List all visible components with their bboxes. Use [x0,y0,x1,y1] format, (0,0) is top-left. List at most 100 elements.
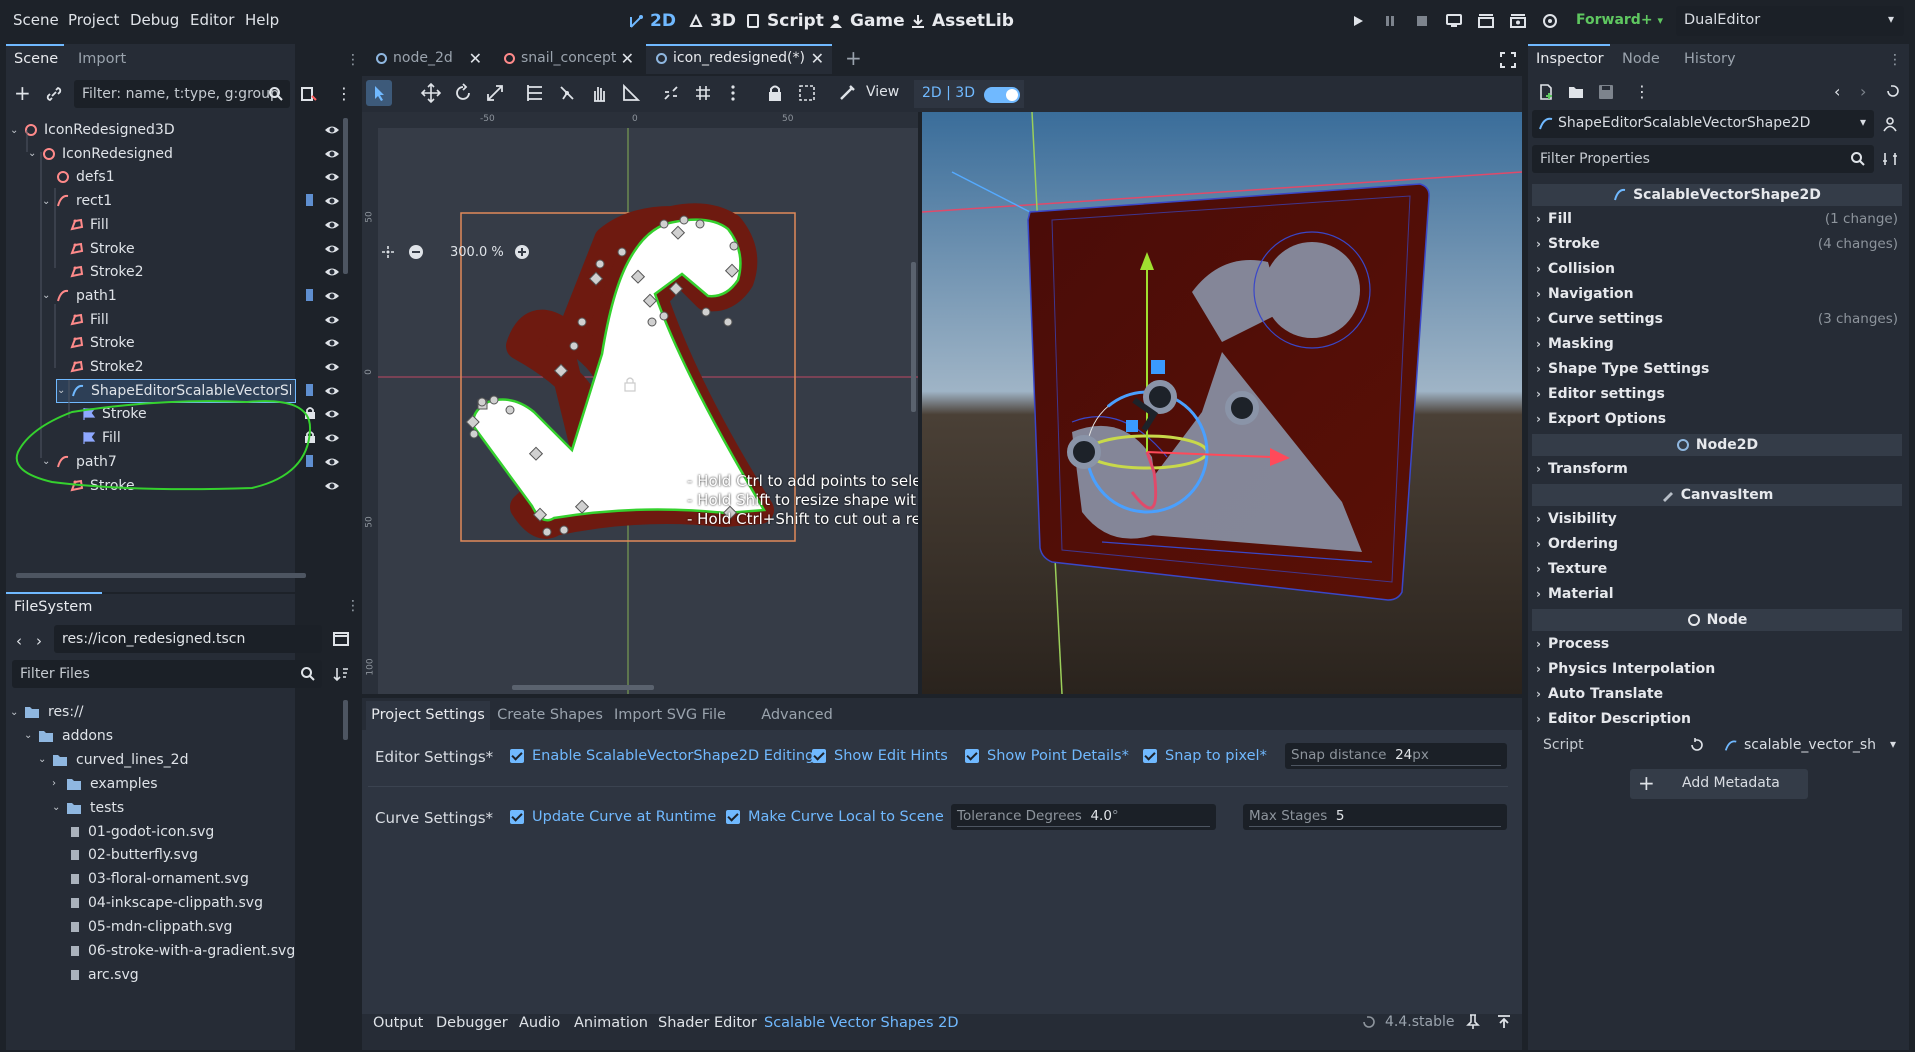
tolerance-degrees-spinbox[interactable]: Tolerance Degrees 4.0° [951,804,1216,830]
chevron-down-icon[interactable]: ⌄ [24,730,38,741]
inspector-group-ordering[interactable]: › Ordering [1536,534,1900,554]
visibility-eye-icon[interactable] [324,430,340,446]
menu-help[interactable]: Help [245,11,279,29]
plugin-tab-create-shapes[interactable]: Create Shapes [494,701,606,730]
close-icon[interactable]: ✕ [621,49,634,68]
folder-item[interactable]: ⌄ res:// [10,700,84,724]
close-icon[interactable]: ✕ [811,49,824,68]
forward-icon[interactable]: › [36,632,42,650]
rotate-tool-icon[interactable] [452,83,474,103]
link-icon[interactable] [46,86,62,102]
visibility-eye-icon[interactable] [324,359,340,375]
folder-item[interactable]: ⌄ curved_lines_2d [38,748,188,772]
object-selector[interactable]: ShapeEditorScalableVectorShape2D ▾ [1532,110,1874,138]
inspector-group-material[interactable]: › Material [1536,584,1900,604]
snap-to-pixel-checkbox[interactable]: Snap to pixel* [1143,748,1267,764]
visibility-eye-icon[interactable] [324,478,340,494]
close-icon[interactable]: ✕ [469,49,482,68]
visibility-eye-icon[interactable] [324,193,340,209]
inspector-group-process[interactable]: › Process [1536,634,1900,654]
filesystem-filter-input[interactable]: Filter Files [12,660,322,688]
object-properties-icon[interactable] [1882,116,1898,132]
pan-tool-icon[interactable] [588,83,610,103]
visibility-eye-icon[interactable] [324,383,340,399]
inspector-group-texture[interactable]: › Texture [1536,559,1900,579]
visibility-eye-icon[interactable] [324,264,340,280]
viewport-vscrollbar[interactable] [911,262,916,412]
revert-icon[interactable] [1690,738,1704,752]
add-node-button[interactable]: + [14,83,34,104]
visibility-eye-icon[interactable] [324,241,340,257]
visibility-eye-icon[interactable] [324,335,340,351]
script-icon[interactable] [303,193,319,209]
visibility-eye-icon[interactable] [324,122,340,138]
enable-editing-checkbox[interactable]: Enable ScalableVectorShape2D Editing [510,748,814,764]
inspector-group-stroke[interactable]: › Stroke (4 changes) [1536,234,1900,254]
filesystem-path-input[interactable]: res://icon_redesigned.tscn [54,625,322,653]
grid-snap-icon[interactable] [692,83,714,103]
split-view-icon[interactable] [333,631,349,647]
workspace-script-button[interactable]: Script [745,9,824,33]
view-menu[interactable]: View [866,84,899,100]
workspace-3d-button[interactable]: 3D [688,9,736,33]
scene-tree-menu-icon[interactable]: ⋮ [336,84,352,103]
pin-icon[interactable] [1466,1014,1480,1030]
inspector-section-canvasitem[interactable]: CanvasItem [1532,484,1902,506]
new-resource-icon[interactable] [1538,84,1554,100]
file-item[interactable]: 03-floral-ornament.svg [64,867,249,891]
script-icon[interactable] [303,288,319,304]
zoom-out-button[interactable] [408,244,424,260]
toggle-switch[interactable] [984,87,1020,103]
property-filter-input[interactable]: Filter Properties [1532,145,1874,173]
back-icon[interactable]: ‹ [16,632,22,650]
inspector-group-collision[interactable]: › Collision [1536,259,1900,279]
scene-filter-input[interactable]: Filter: name, t:type, g:group [74,80,290,108]
layout-select[interactable]: DualEditor ▾ [1676,6,1904,36]
viewport-2d[interactable]: -50 0 50 50 0 50 100 300.0 % - Hold Ctrl… [362,112,918,694]
snap-distance-spinbox[interactable]: Snap distance 24px [1285,743,1507,769]
script-resource-picker[interactable]: scalable_vector_sh ▾ [1710,732,1898,760]
plugin-tab-import-svg-file[interactable]: Import SVG File [610,701,730,730]
workspace-2d-button[interactable]: 2D [628,9,676,33]
save-icon[interactable] [1598,84,1614,100]
zoom-level[interactable]: 300.0 % [450,245,504,260]
menu-scene[interactable]: Scene [13,11,59,29]
workspace-game-button[interactable]: Game [828,9,905,33]
scene-dock-menu-icon[interactable]: ⋮ [346,52,360,68]
play-button[interactable] [1346,10,1370,32]
menu-project[interactable]: Project [68,11,119,29]
tab-history[interactable]: History [1676,44,1744,74]
bottom-tab-debugger[interactable]: Debugger [436,1015,508,1031]
inspector-group-curve-settings[interactable]: › Curve settings (3 changes) [1536,309,1900,329]
file-item[interactable]: 06-stroke-with-a-gradient.svg [64,939,295,963]
expand-panel-icon[interactable] [1496,1014,1512,1030]
menu-editor[interactable]: Editor [190,11,234,29]
sort-icon[interactable] [333,666,349,682]
visibility-eye-icon[interactable] [324,146,340,162]
workspace-assetlib-button[interactable]: AssetLib [910,9,1014,33]
inspector-group-editor-settings[interactable]: › Editor settings [1536,384,1900,404]
visibility-eye-icon[interactable] [324,406,340,422]
menu-debug[interactable]: Debug [130,11,179,29]
folder-item[interactable]: ⌄ addons [24,724,113,748]
object-history-icon[interactable] [1886,84,1900,98]
folder-item[interactable]: › examples [52,772,158,796]
inspector-group-fill[interactable]: › Fill (1 change) [1536,209,1900,229]
inspector-group-physics-interpolation[interactable]: › Physics Interpolation [1536,659,1900,679]
inspector-section-node2d[interactable]: Node2D [1532,434,1902,456]
file-item[interactable]: 01-godot-icon.svg [64,820,214,844]
run-custom-scene-button[interactable] [1506,10,1530,32]
bottom-tab-audio[interactable]: Audio [519,1015,560,1031]
max-stages-spinbox[interactable]: Max Stages 5 [1243,804,1507,830]
pause-button[interactable] [1378,10,1402,32]
move-tool-icon[interactable] [420,82,442,104]
inspector-section-node[interactable]: Node [1532,609,1902,631]
tab-filesystem[interactable]: FileSystem [6,592,102,622]
folder-item[interactable]: ⌄ tests [52,796,124,820]
scale-tool-icon[interactable] [484,83,506,103]
inspector-group-shape-type-settings[interactable]: › Shape Type Settings [1536,359,1900,379]
filesystem-scrollbar[interactable] [343,700,348,740]
scene-tree-scrollbar[interactable] [343,118,348,274]
file-item[interactable]: 04-inkscape-clippath.svg [64,891,263,915]
inspector-section-scalablevectorshape2d[interactable]: ScalableVectorShape2D [1532,184,1902,206]
